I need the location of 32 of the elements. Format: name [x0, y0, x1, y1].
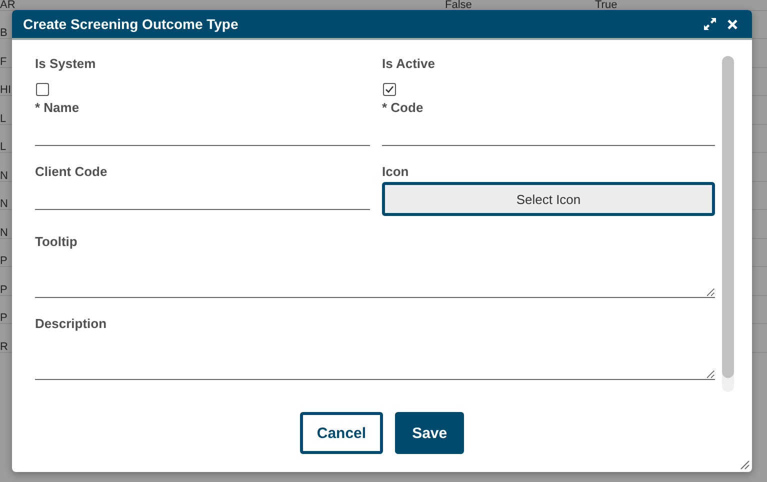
- field-label: Icon: [382, 164, 410, 179]
- table-cell: N: [0, 228, 8, 238]
- field-label: Is Active: [382, 56, 436, 71]
- table-cell: P: [0, 284, 8, 294]
- field-label: Is System: [35, 56, 97, 71]
- checkbox[interactable]: [36, 83, 49, 96]
- resize-grip-icon[interactable]: [740, 460, 750, 470]
- table-cell: L: [0, 142, 6, 152]
- cancel-button[interactable]: Cancel: [300, 412, 384, 454]
- field-label: * Code: [382, 100, 424, 115]
- close-icon[interactable]: [727, 18, 738, 30]
- save-button[interactable]: Save: [395, 412, 464, 454]
- table-cell: P: [0, 256, 8, 266]
- table-cell: HI: [0, 85, 11, 95]
- table-cell: P: [0, 313, 8, 323]
- table-cell: B: [0, 28, 8, 38]
- scrollbar[interactable]: [722, 56, 734, 392]
- field-label: Tooltip: [35, 234, 78, 249]
- dialog-title: Create Screening Outcome Type: [23, 16, 240, 32]
- table-cell: N: [0, 199, 8, 209]
- field-label: Client Code: [35, 164, 108, 179]
- table-cell: L: [0, 114, 6, 124]
- field-label: Description: [35, 316, 108, 331]
- table-cell: AR: [0, 0, 16, 10]
- maximize-icon[interactable]: [703, 17, 717, 31]
- table-cell: R: [0, 342, 8, 352]
- table-cell: N: [0, 170, 8, 180]
- table-cell-text: True: [594, 0, 618, 10]
- table-cell: F: [0, 56, 7, 66]
- checkbox[interactable]: [383, 83, 396, 96]
- select-icon-button[interactable]: Select Icon: [382, 182, 715, 216]
- field-label: * Name: [35, 100, 80, 115]
